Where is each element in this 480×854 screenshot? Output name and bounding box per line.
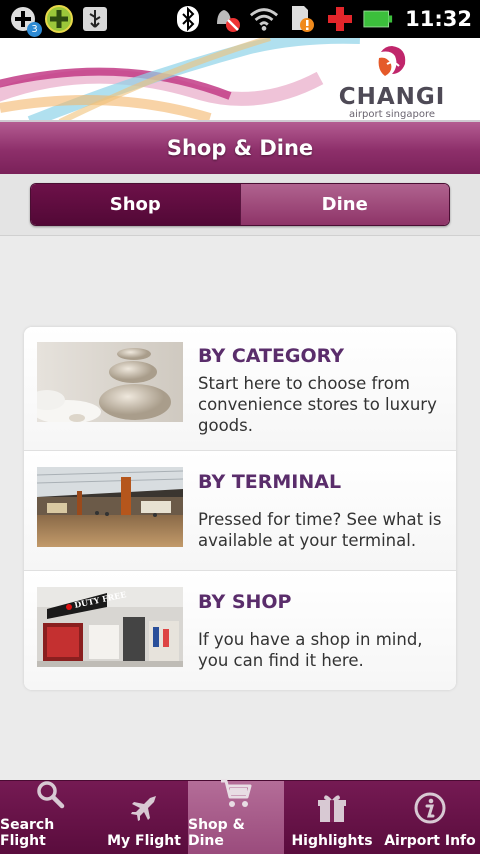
by-category-description: Start here to choose from convenience st… (198, 374, 437, 435)
airplane-icon (127, 791, 161, 825)
nav-highlights[interactable]: Highlights (284, 781, 380, 854)
nav-my-flight-label: My Flight (107, 833, 181, 849)
brand-name: CHANGI (338, 84, 446, 110)
usb-icon (80, 4, 110, 34)
list-item-by-terminal[interactable]: BY TERMINAL Pressed for time? See what i… (24, 450, 456, 570)
notification-badge: 3 (27, 22, 42, 37)
tab-shop-label: Shop (109, 194, 161, 215)
brand-subtitle: airport singapore (348, 109, 435, 120)
nav-search-flight[interactable]: Search Flight (0, 781, 100, 854)
nav-airport-info-label: Airport Info (384, 833, 476, 849)
by-terminal-description: Pressed for time? See what is available … (198, 510, 442, 550)
tab-dine[interactable]: Dine (239, 184, 449, 225)
list-item-by-shop[interactable]: DUTY FREE BY SHOP If you have a shop in … (24, 570, 456, 690)
status-bar: 3 11:32 (0, 0, 480, 38)
bluetooth-icon (173, 4, 203, 34)
nav-my-flight[interactable]: My Flight (100, 781, 188, 854)
page-title: Shop & Dine (166, 136, 314, 160)
gift-icon (315, 791, 349, 825)
clock: 11:32 (405, 7, 472, 31)
browse-options-list: BY CATEGORY Start here to choose from co… (24, 327, 456, 690)
by-category-title: BY CATEGORY (198, 345, 345, 367)
nav-highlights-label: Highlights (291, 833, 373, 849)
add-circle-icon: 3 (8, 4, 42, 37)
page-title-bar: Shop & Dine (0, 122, 480, 174)
add-circle-green-icon (44, 4, 74, 34)
search-icon (33, 779, 67, 809)
sd-card-warning-icon (287, 4, 317, 34)
nav-search-flight-label: Search Flight (0, 817, 55, 849)
tab-dine-label: Dine (321, 194, 368, 215)
shop-dine-toggle: Shop Dine (30, 183, 450, 226)
info-icon (413, 791, 447, 825)
wifi-icon (249, 4, 279, 34)
nav-shop-dine[interactable]: Shop & Dine (188, 779, 284, 854)
medical-cross-icon (325, 4, 355, 34)
bottom-nav: Search Flight My Flight Shop & Dine High… (0, 779, 480, 854)
list-item-by-category[interactable]: BY CATEGORY Start here to choose from co… (24, 327, 456, 450)
nav-shop-dine-label: Shop & Dine (188, 817, 245, 849)
terminal-image (37, 467, 183, 547)
stones-image (37, 342, 183, 422)
header-banner: CHANGI airport singapore (0, 38, 480, 122)
tab-shop[interactable]: Shop (31, 184, 240, 225)
shopping-cart-icon (219, 777, 253, 809)
by-shop-title: BY SHOP (198, 591, 292, 613)
by-shop-description: If you have a shop in mind, you can find… (198, 630, 423, 670)
alarm-off-icon (211, 4, 241, 34)
by-terminal-title: BY TERMINAL (198, 471, 342, 493)
duty-free-shop-image: DUTY FREE (37, 587, 183, 667)
changi-orchid-icon (378, 46, 406, 76)
nav-airport-info[interactable]: Airport Info (380, 781, 480, 854)
battery-icon (363, 4, 393, 34)
segment-bar: Shop Dine (0, 174, 480, 236)
changi-logo: CHANGI airport singapore (332, 44, 452, 120)
